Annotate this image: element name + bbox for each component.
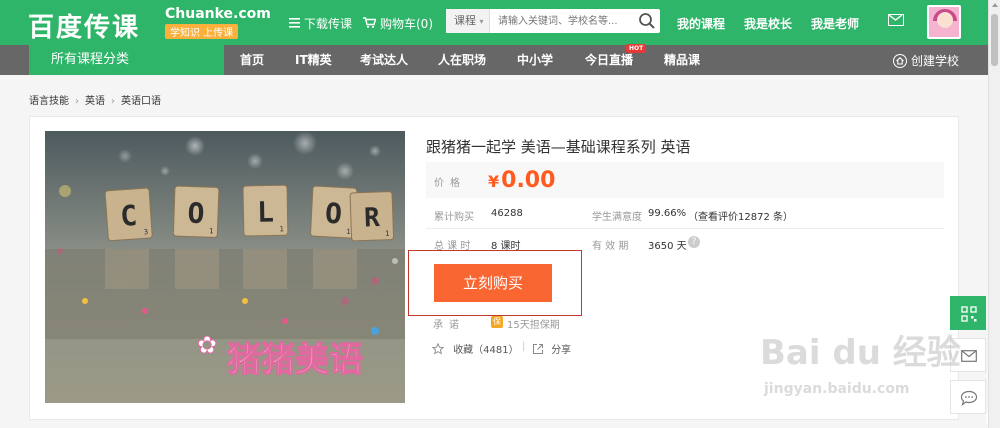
site-logo[interactable]: 百度传课 xyxy=(28,7,140,44)
chevron-right-icon: › xyxy=(111,96,115,107)
breadcrumb: 语言技能 › 英语 › 英语口语 xyxy=(29,92,161,107)
envelope-icon xyxy=(961,350,977,362)
breadcrumb-item[interactable]: 英语 xyxy=(85,96,105,107)
svg-text:1: 1 xyxy=(279,225,284,233)
qr-code-icon xyxy=(961,306,977,322)
chat-bubble-icon xyxy=(960,390,978,406)
image-caption: 猪猪美语 xyxy=(227,340,363,380)
svg-text:1: 1 xyxy=(346,228,351,236)
svg-text:C: C xyxy=(119,199,138,233)
share-button[interactable]: 分享 xyxy=(532,341,571,356)
svg-text:O: O xyxy=(187,196,205,230)
search-input[interactable] xyxy=(492,9,632,33)
nav-premium[interactable]: 精品课 xyxy=(664,45,700,75)
search-category-select[interactable]: 课程 ▾ xyxy=(446,9,490,33)
divider xyxy=(426,228,944,229)
price-row: 价格 ¥0.00 xyxy=(426,162,944,198)
share-label: 分享 xyxy=(551,345,572,356)
breadcrumb-item[interactable]: 英语口语 xyxy=(121,96,161,107)
breadcrumb-item[interactable]: 语言技能 xyxy=(29,96,69,107)
satisfaction-value: 99.66% xyxy=(648,208,687,219)
chevron-right-icon: › xyxy=(75,96,79,107)
guarantee-text: 15天担保期 xyxy=(507,320,560,331)
guarantee-icon: 保 xyxy=(491,316,503,328)
avatar-face xyxy=(937,12,953,28)
cart-link[interactable]: 购物车(0) xyxy=(363,15,433,32)
course-cover-image[interactable]: C 3 O 1 L 1 O 1 R 1 猪猪美语 ✿ xyxy=(45,131,405,403)
home-icon xyxy=(893,54,907,68)
scrollbar[interactable] xyxy=(988,0,1000,428)
svg-text:✿: ✿ xyxy=(197,331,217,359)
satisfaction-label: 学生满意度 xyxy=(592,212,642,223)
watermark-brand: Bai du 经验 xyxy=(760,333,961,373)
menu-icon xyxy=(289,17,300,31)
svg-text:1: 1 xyxy=(209,227,214,235)
svg-text:R: R xyxy=(364,203,381,234)
price-label: 价格 xyxy=(434,178,466,189)
buy-now-button[interactable]: 立刻购买 xyxy=(434,264,552,302)
promise-label: 承诺 xyxy=(433,320,465,331)
validity-label: 有 效 期 xyxy=(592,241,629,252)
course-title: 跟猪猪一起学 美语—基础课程系列 英语 xyxy=(426,138,691,156)
search-category-label: 课程 xyxy=(454,14,476,27)
currency-symbol: ¥ xyxy=(488,172,500,191)
nav-it-elite[interactable]: IT精英 xyxy=(295,45,332,75)
search-icon[interactable] xyxy=(638,12,656,30)
logo-tagline: 学知识 上传课 xyxy=(165,24,239,39)
nav-k12[interactable]: 中小学 xyxy=(517,45,553,75)
mail-icon[interactable] xyxy=(888,14,904,26)
nav-exam-master[interactable]: 考试达人 xyxy=(360,45,408,75)
svg-text:1: 1 xyxy=(385,230,390,238)
purchases-value: 46288 xyxy=(491,208,523,219)
watermark-url: jingyan.baidu.com xyxy=(764,381,910,397)
cart-icon xyxy=(363,17,377,31)
hot-badge: HOT xyxy=(626,44,647,53)
star-icon xyxy=(431,342,445,355)
create-school-button[interactable]: 创建学校 xyxy=(893,52,959,69)
category-navbar: 所有课程分类 首页 IT精英 考试达人 人在职场 中小学 今日直播 精品课 xyxy=(0,45,988,75)
svg-text:L: L xyxy=(257,195,274,228)
my-courses-link[interactable]: 我的课程 xyxy=(677,15,725,32)
scroll-up-arrow[interactable] xyxy=(992,3,998,7)
price-value: ¥0.00 xyxy=(488,168,555,193)
cart-label: 购物车(0) xyxy=(380,17,433,31)
logo-english: Chuanke.com xyxy=(165,6,271,22)
price-amount: 0.00 xyxy=(501,168,556,193)
help-icon[interactable]: ? xyxy=(688,236,700,248)
top-header: 百度传课 Chuanke.com 学知识 上传课 下载传课 购物车(0) 课程 … xyxy=(0,0,988,45)
favorite-button[interactable]: 收藏（4481） xyxy=(431,341,519,356)
validity-value: 3650 天 xyxy=(648,241,687,252)
favorite-label: 收藏（4481） xyxy=(453,345,519,356)
all-categories-button[interactable]: 所有课程分类 xyxy=(29,45,224,75)
reviews-link[interactable]: （查看评价12872 条） xyxy=(688,208,793,223)
principal-link[interactable]: 我是校长 xyxy=(744,15,792,32)
chat-button[interactable] xyxy=(950,380,986,414)
nav-home[interactable]: 首页 xyxy=(240,45,264,75)
svg-text:3: 3 xyxy=(143,228,148,236)
nav-workplace[interactable]: 人在职场 xyxy=(438,45,486,75)
svg-text:O: O xyxy=(324,197,343,231)
scroll-thumb[interactable] xyxy=(991,14,998,66)
share-icon xyxy=(533,344,543,354)
download-label: 下载传课 xyxy=(304,17,353,31)
search-box: 课程 ▾ xyxy=(446,9,660,33)
download-link[interactable]: 下载传课 xyxy=(289,15,352,32)
separator: | xyxy=(522,341,526,352)
avatar[interactable] xyxy=(927,5,961,39)
purchases-label: 累计购买 xyxy=(434,212,474,223)
teacher-link[interactable]: 我是老师 xyxy=(811,15,859,32)
logo-subtitle: Chuanke.com 学知识 上传课 xyxy=(165,6,271,39)
chevron-down-icon: ▾ xyxy=(479,17,484,26)
create-school-label: 创建学校 xyxy=(911,54,960,68)
